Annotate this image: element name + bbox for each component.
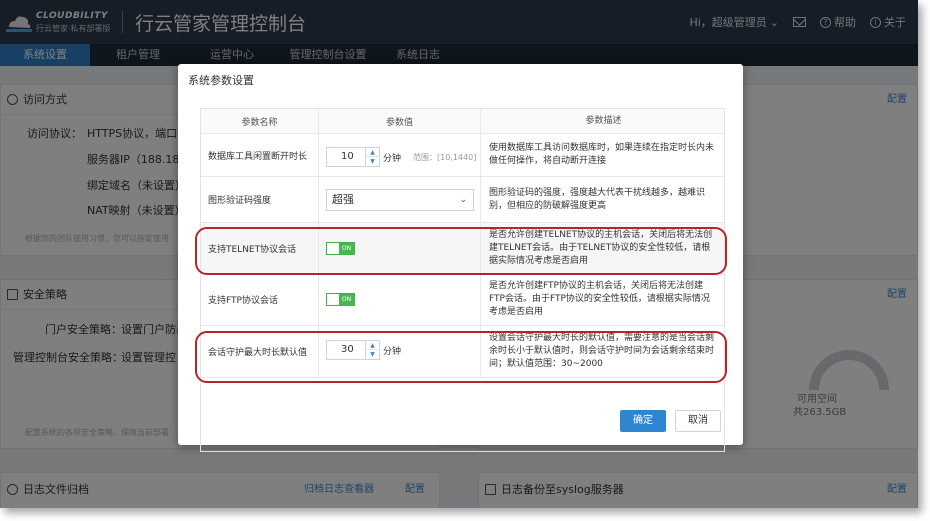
- table-row: 数据库工具闲置断开时长 10 ▲ ▼ 分钟 范围：[10,1440] 使用数据库…: [201, 134, 724, 177]
- ok-button[interactable]: 确定: [620, 410, 666, 432]
- dialog-title: 系统参数设置: [188, 74, 254, 87]
- param-value-cell: 超强 ⌄: [319, 177, 481, 222]
- col-header-name: 参数名称: [201, 109, 319, 133]
- range-hint: 范围：[10,1440]: [413, 153, 477, 162]
- param-desc: 图形验证码的强度，强度越大代表干扰线越多，越难识别，但相应的防破解强度更高: [489, 187, 706, 211]
- param-name: 数据库工具闲置断开时长: [201, 134, 319, 176]
- ftp-toggle[interactable]: ON: [326, 293, 355, 306]
- table-row: 图形验证码强度 超强 ⌄ 图形验证码的强度，强度越大代表干扰线越多，越难识别，但…: [201, 177, 724, 223]
- annotation-highlight-session-guard: [195, 331, 727, 383]
- select-value: 超强: [332, 193, 354, 206]
- toggle-label: ON: [339, 294, 354, 305]
- captcha-strength-select[interactable]: 超强 ⌄: [326, 189, 474, 211]
- param-desc: 使用数据库工具访问数据库时，如果连续在指定时长内未做任何操作，将自动断开连接: [489, 143, 715, 166]
- stepper-value: 10: [341, 151, 354, 162]
- param-value-cell: ON: [319, 274, 481, 325]
- table-row: 支持FTP协议会话 ON 是否允许创建FTP协议的主机会话，关闭后将无法创建FT…: [201, 274, 724, 326]
- param-name: 图形验证码强度: [201, 177, 319, 222]
- param-desc: 是否允许创建FTP协议的主机会话，关闭后将无法创建FTP会话。由于FTP协议的安…: [489, 281, 710, 317]
- cancel-button[interactable]: 取消: [675, 410, 721, 432]
- col-header-value: 参数值: [319, 109, 481, 133]
- param-name: 支持FTP协议会话: [201, 274, 319, 325]
- unit-label: 分钟: [383, 154, 402, 164]
- decrement-icon[interactable]: ▼: [366, 157, 379, 166]
- table-header: 参数名称 参数值 参数描述: [201, 109, 724, 134]
- increment-icon[interactable]: ▲: [366, 148, 379, 157]
- annotation-highlight-telnet: [195, 227, 727, 275]
- params-table: 参数名称 参数值 参数描述 数据库工具闲置断开时长 10 ▲ ▼ 分钟 范围：[…: [200, 108, 725, 452]
- param-value-cell: 10 ▲ ▼ 分钟 范围：[10,1440]: [319, 134, 481, 176]
- chevron-down-icon: ⌄: [459, 195, 467, 205]
- col-header-desc: 参数描述: [585, 115, 622, 126]
- idle-timeout-stepper[interactable]: 10 ▲ ▼: [326, 147, 380, 167]
- app-window: CLOUDBILITY 行云管家·私有部署版 行云管家管理控制台 Hi，超级管理…: [0, 0, 918, 508]
- stepper-buttons: ▲ ▼: [365, 148, 379, 166]
